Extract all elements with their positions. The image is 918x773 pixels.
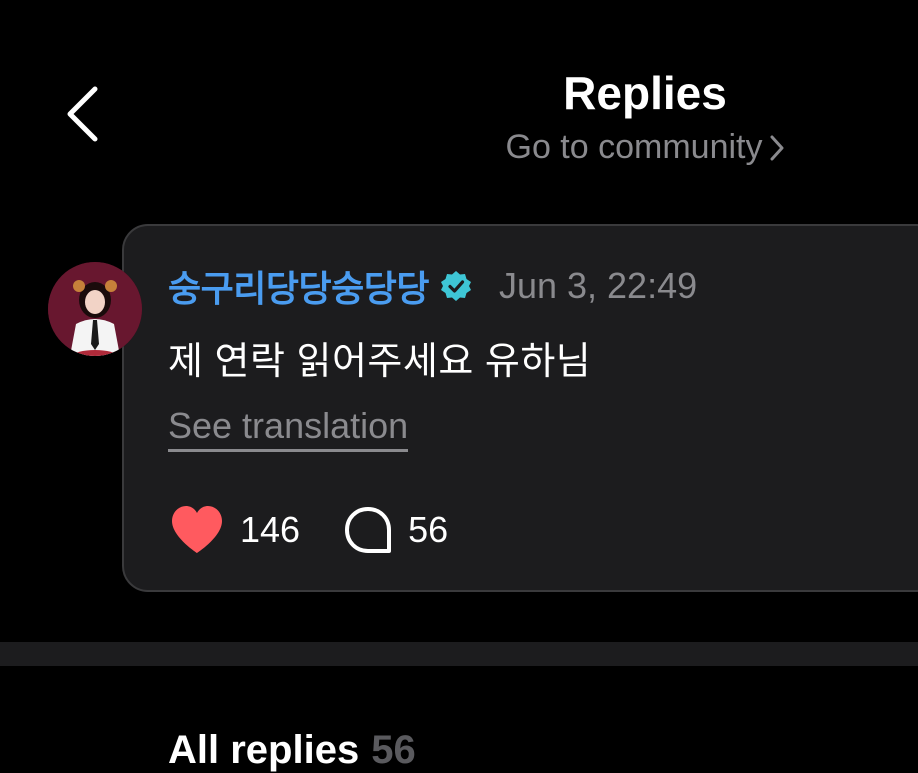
verified-badge-icon (439, 269, 473, 303)
post-message: 제 연락 읽어주세요 유하님 (168, 341, 592, 383)
username[interactable]: 숭구리당당숭당당 (168, 260, 429, 312)
comment-button[interactable]: 56 (344, 506, 448, 554)
timestamp: Jun 3, 22:49 (498, 265, 698, 306)
comment-bubble-icon (345, 507, 392, 553)
all-replies-heading: All replies 56 (168, 728, 416, 773)
avatar[interactable] (48, 262, 142, 356)
heart-icon (172, 506, 222, 553)
like-button[interactable]: 146 (170, 505, 300, 555)
chevron-right-icon (770, 135, 784, 161)
like-count: 146 (240, 509, 301, 550)
section-divider (0, 642, 918, 666)
go-to-community-link[interactable]: Go to community (0, 128, 918, 167)
comment-count: 56 (408, 509, 449, 550)
see-translation-link[interactable]: See translation (168, 405, 409, 452)
all-replies-count: 56 (371, 728, 416, 772)
page-title: Replies (563, 67, 727, 119)
post-header: 숭구리당당숭당당 Jun 3, 22:49 (168, 262, 697, 310)
post-actions: 146 56 (170, 500, 448, 560)
header: Replies Go to community (0, 0, 918, 200)
go-to-community-label: Go to community (505, 128, 763, 166)
all-replies-label: All replies (168, 728, 360, 772)
